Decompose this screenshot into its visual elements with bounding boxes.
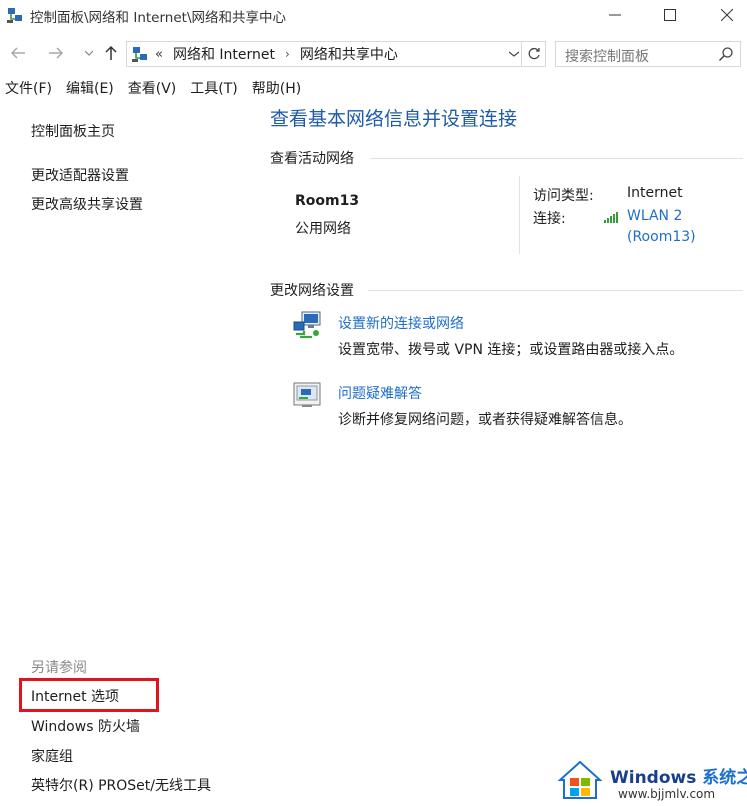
- menu-bar: 文件(F) 编辑(E) 查看(V) 工具(T) 帮助(H): [0, 78, 747, 100]
- address-overflow[interactable]: «: [155, 47, 163, 62]
- section-divider: [368, 290, 743, 291]
- title-bar: 控制面板\网络和 Internet\网络和共享中心: [0, 0, 747, 30]
- see-also-windows-firewall[interactable]: Windows 防火墙: [31, 716, 140, 736]
- section-divider: [370, 158, 743, 159]
- menu-tools[interactable]: 工具(T): [190, 78, 237, 100]
- access-type-label: 访问类型:: [533, 188, 594, 204]
- connection-label: 连接:: [533, 211, 566, 227]
- navigation-bar: « 网络和 Internet › 网络和共享中心 搜索控制面板: [0, 36, 747, 70]
- breadcrumb-network-internet[interactable]: 网络和 Internet: [173, 44, 275, 64]
- chevron-down-icon: [85, 50, 93, 56]
- close-icon: [721, 9, 733, 21]
- network-setup-icon: [293, 311, 321, 339]
- address-dropdown-button[interactable]: [508, 47, 520, 60]
- see-also-homegroup[interactable]: 家庭组: [31, 746, 73, 766]
- troubleshoot-icon: [293, 382, 321, 407]
- sidebar-item-change-adapter-settings[interactable]: 更改适配器设置: [31, 165, 129, 185]
- chevron-down-icon: [508, 51, 520, 57]
- address-bar[interactable]: « 网络和 Internet › 网络和共享中心: [126, 41, 546, 67]
- arrow-left-icon: [10, 47, 25, 59]
- close-button[interactable]: [712, 4, 742, 26]
- windows-logo-watermark: [558, 760, 602, 799]
- watermark-brand: Windows 系统之家: [610, 763, 747, 788]
- menu-edit[interactable]: 编辑(E): [66, 78, 114, 100]
- search-icon[interactable]: [718, 46, 734, 62]
- vertical-divider: [519, 176, 520, 254]
- access-type-value: Internet: [627, 185, 683, 201]
- network-center-icon: [132, 47, 147, 62]
- troubleshoot-problems-link[interactable]: 问题疑难解答: [338, 383, 422, 403]
- minimize-icon: [609, 14, 621, 16]
- arrow-right-icon: [49, 47, 64, 59]
- sidebar-item-change-advanced-sharing[interactable]: 更改高级共享设置: [31, 194, 143, 214]
- up-button[interactable]: [100, 43, 122, 63]
- wifi-signal-icon: [604, 212, 618, 223]
- active-networks-heading: 查看活动网络: [270, 151, 354, 167]
- maximize-button[interactable]: [655, 4, 685, 26]
- see-also-heading: 另请参阅: [31, 660, 87, 676]
- setup-new-connection-description: 设置宽带、拨号或 VPN 连接；或设置路由器或接入点。: [338, 342, 684, 358]
- menu-help[interactable]: 帮助(H): [252, 78, 301, 100]
- recent-locations-button[interactable]: [78, 43, 100, 63]
- watermark-brand-cn: 系统之家: [702, 768, 747, 788]
- refresh-button[interactable]: [521, 42, 545, 66]
- network-center-icon: [7, 8, 22, 23]
- connection-link-ssid[interactable]: (Room13): [627, 229, 696, 245]
- minimize-button[interactable]: [600, 4, 630, 26]
- see-also-intel-proset[interactable]: 英特尔(R) PROSet/无线工具: [31, 775, 211, 795]
- maximize-icon: [664, 9, 676, 21]
- watermark-url: www.bjjmlv.com: [618, 787, 716, 801]
- connection-link-wlan[interactable]: WLAN 2: [627, 208, 682, 224]
- search-input[interactable]: 搜索控制面板: [565, 46, 649, 66]
- setup-new-connection-link[interactable]: 设置新的连接或网络: [338, 313, 464, 333]
- window-title: 控制面板\网络和 Internet\网络和共享中心: [30, 10, 286, 26]
- refresh-icon: [528, 47, 540, 60]
- sidebar-item-control-panel-home[interactable]: 控制面板主页: [31, 121, 115, 141]
- search-box[interactable]: 搜索控制面板: [555, 41, 741, 67]
- arrow-up-icon: [105, 45, 117, 60]
- change-settings-heading: 更改网络设置: [270, 283, 354, 299]
- breadcrumb-separator[interactable]: ›: [285, 47, 290, 61]
- troubleshoot-problems-description: 诊断并修复网络问题，或者获得疑难解答信息。: [338, 412, 632, 428]
- back-button[interactable]: [7, 43, 29, 63]
- see-also-internet-options[interactable]: Internet 选项: [31, 686, 119, 706]
- network-name: Room13: [295, 193, 360, 209]
- breadcrumb-sharing-center[interactable]: 网络和共享中心: [300, 44, 398, 64]
- menu-file[interactable]: 文件(F): [5, 78, 52, 100]
- forward-button[interactable]: [45, 43, 67, 63]
- menu-view[interactable]: 查看(V): [128, 78, 177, 100]
- network-category: 公用网络: [295, 221, 351, 237]
- watermark-brand-en: Windows: [610, 768, 697, 788]
- page-title: 查看基本网络信息并设置连接: [270, 108, 518, 130]
